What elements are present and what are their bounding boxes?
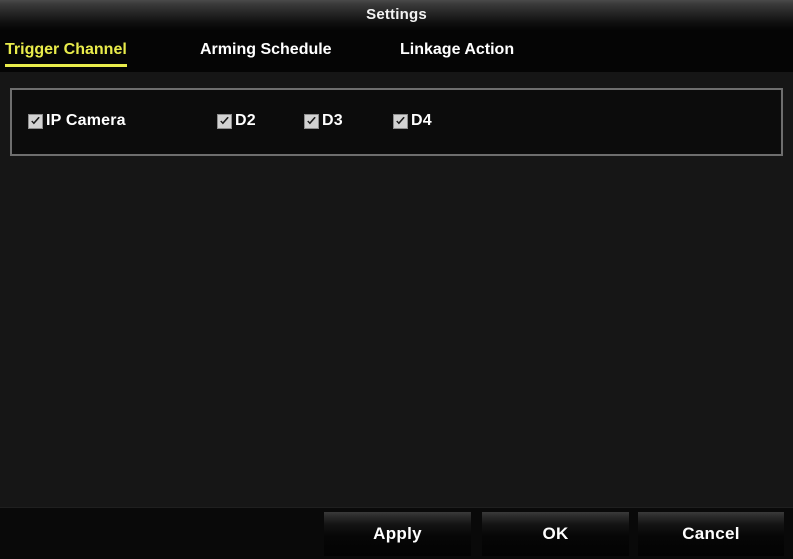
checkbox-item-d3[interactable]: D3 bbox=[304, 112, 343, 130]
checkbox-label: D2 bbox=[235, 112, 256, 129]
checkbox-item-d4[interactable]: D4 bbox=[393, 112, 432, 130]
checkmark-icon[interactable] bbox=[393, 113, 408, 129]
trigger-channel-panel: IP Camera D2 D3 D4 bbox=[10, 88, 783, 156]
title-bar: Settings bbox=[0, 0, 793, 30]
tab-arming-schedule[interactable]: Arming Schedule bbox=[200, 30, 332, 72]
check-glyph bbox=[307, 116, 316, 124]
check-glyph bbox=[220, 116, 229, 124]
tab-label: Linkage Action bbox=[400, 41, 515, 58]
checkbox-label: D3 bbox=[322, 112, 343, 129]
dialog-title: Settings bbox=[366, 6, 427, 23]
active-tab-underline bbox=[5, 64, 127, 67]
tab-trigger-channel[interactable]: Trigger Channel bbox=[5, 30, 127, 72]
checkbox-label: IP Camera bbox=[46, 112, 126, 129]
ok-button[interactable]: OK bbox=[482, 512, 629, 556]
tab-bar: Trigger Channel Arming Schedule Linkage … bbox=[0, 30, 793, 72]
checkmark-icon[interactable] bbox=[28, 113, 43, 129]
checkbox-item-ip-camera[interactable]: IP Camera bbox=[28, 112, 126, 130]
checkmark-icon[interactable] bbox=[217, 113, 232, 129]
tab-label: Arming Schedule bbox=[200, 41, 332, 58]
checkbox-item-d2[interactable]: D2 bbox=[217, 112, 256, 130]
tab-linkage-action[interactable]: Linkage Action bbox=[400, 30, 514, 72]
apply-button[interactable]: Apply bbox=[324, 512, 471, 556]
cancel-button[interactable]: Cancel bbox=[638, 512, 784, 556]
settings-dialog: Settings Trigger Channel Arming Schedule… bbox=[0, 0, 793, 559]
tab-label: Trigger Channel bbox=[5, 41, 127, 58]
footer-bar: Apply OK Cancel bbox=[0, 508, 793, 559]
check-glyph bbox=[396, 116, 405, 124]
checkbox-label: D4 bbox=[411, 112, 432, 129]
check-glyph bbox=[31, 116, 40, 124]
checkmark-icon[interactable] bbox=[304, 113, 319, 129]
